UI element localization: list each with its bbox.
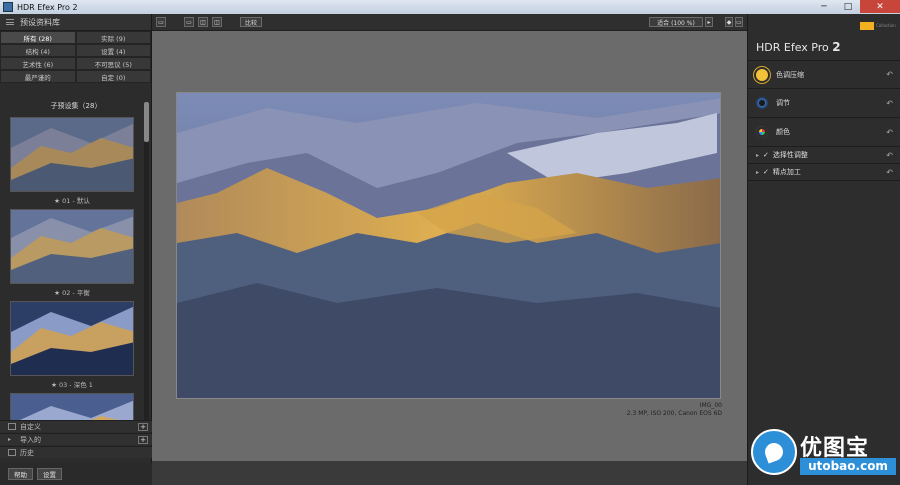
category-surreal[interactable]: 不可思议 (5) — [75, 57, 151, 70]
product-brand: HDR Efex Pro 2 — [756, 40, 841, 54]
watermark-logo-icon — [751, 429, 797, 475]
add-preset-button[interactable]: + — [138, 423, 148, 431]
category-realistic[interactable]: 实际 (9) — [75, 31, 151, 44]
thumbnail-image — [11, 118, 133, 191]
reset-icon[interactable]: ↶ — [886, 151, 893, 160]
left-bottom-bar: 帮助 设置 — [0, 463, 152, 485]
nik-logo — [860, 22, 874, 30]
reset-icon[interactable]: ↶ — [886, 70, 893, 79]
expand-arrow-icon[interactable]: ▸ — [756, 152, 759, 159]
enable-checkbox[interactable]: ✓ — [763, 168, 769, 176]
imported-presets-row[interactable]: ▸ 导入的 + — [0, 433, 152, 445]
toggle-right-panel-button[interactable]: ▭ — [735, 17, 743, 27]
thumbnail-image — [11, 302, 133, 375]
category-settings[interactable]: 设置 (4) — [75, 44, 151, 57]
toggle-panel-button[interactable]: ▭ — [156, 17, 166, 27]
category-recent[interactable]: 最严谨的 — [0, 70, 76, 83]
preset-item[interactable]: ★ 01 - 默认 — [10, 117, 134, 205]
preset-library-title: 预设资料库 — [20, 17, 60, 27]
preset-caption: ★ 01 - 默认 — [54, 197, 90, 205]
background-toggle-button[interactable]: ◆ — [725, 17, 733, 27]
imported-presets-label: 导入的 — [20, 435, 41, 444]
preset-item[interactable]: ★ 03 - 深色 1 — [10, 301, 134, 389]
preset-thumbnail[interactable] — [10, 301, 134, 376]
history-label: 历史 — [20, 448, 34, 457]
vendor-label: Collection — [876, 23, 896, 28]
single-view-button[interactable]: ▭ — [184, 17, 194, 27]
category-structure[interactable]: 结构 (4) — [0, 44, 76, 57]
history-icon — [8, 449, 16, 456]
expand-arrow-icon: ▸ — [8, 436, 12, 443]
preset-thumbnail[interactable] — [10, 209, 134, 284]
app-icon — [3, 2, 13, 12]
reset-icon[interactable]: ↶ — [886, 99, 893, 108]
watermark-url: utobao.com — [800, 458, 896, 475]
import-preset-button[interactable]: + — [138, 436, 148, 444]
product-name: HDR Efex Pro — [756, 41, 829, 54]
section-label: 精点加工 — [772, 168, 801, 176]
preset-category-grid: 所有 (28) 实际 (9) 结构 (4) 设置 (4) 艺术性 (6) 不可思… — [0, 31, 151, 83]
close-button[interactable]: ✕ — [860, 0, 900, 13]
category-custom[interactable]: 自定 (0) — [75, 70, 151, 83]
section-tone-compression[interactable]: 色调压缩 ↶ — [748, 60, 900, 88]
maximize-button[interactable]: □ — [836, 0, 860, 13]
category-all[interactable]: 所有 (28) — [0, 31, 76, 44]
title-bar: HDR Efex Pro 2 ─ □ ✕ — [0, 0, 900, 14]
section-label: 色调压缩 — [776, 70, 804, 79]
thumbnail-image — [11, 210, 133, 283]
custom-presets-label: 自定义 — [20, 422, 41, 431]
sun-icon — [756, 68, 768, 81]
minimize-button[interactable]: ─ — [812, 0, 836, 13]
preset-item[interactable]: ★ 02 - 平衡 — [10, 209, 134, 297]
image-filename: IMG_00 — [699, 402, 722, 409]
preset-scrollbar[interactable] — [144, 102, 149, 428]
preset-list-title: 子预设集（28） — [50, 102, 102, 110]
history-row[interactable]: 历史 — [0, 446, 152, 458]
preset-library-header[interactable]: 预设资料库 — [0, 14, 151, 31]
side-by-side-view-button[interactable]: ◫ — [212, 17, 222, 27]
enable-checkbox[interactable]: ✓ — [763, 151, 769, 159]
split-view-button[interactable]: ◫ — [198, 17, 208, 27]
section-finishing[interactable]: ▸ ✓ 精点加工 ↶ — [748, 163, 900, 181]
color-wheel-icon — [756, 126, 768, 138]
list-icon — [6, 19, 14, 25]
window-title: HDR Efex Pro 2 — [17, 2, 78, 12]
scrollbar-thumb[interactable] — [144, 102, 149, 142]
section-label: 选择性调整 — [772, 151, 808, 159]
expand-arrow-icon[interactable]: ▸ — [756, 169, 759, 176]
section-selective-adjust[interactable]: ▸ ✓ 选择性调整 ↶ — [748, 146, 900, 163]
preset-caption: ★ 03 - 深色 1 — [51, 381, 93, 389]
preset-thumbnail[interactable] — [10, 117, 134, 192]
reset-icon[interactable]: ↶ — [886, 168, 893, 177]
product-version: 2 — [832, 40, 841, 54]
compare-button[interactable]: 比较 — [240, 17, 262, 27]
canvas-bottom-bar — [152, 461, 747, 485]
zoom-dropdown-icon[interactable]: ▸ — [705, 17, 713, 27]
custom-presets-row[interactable]: 自定义 + — [0, 420, 152, 432]
section-color[interactable]: 颜色 ↶ — [748, 117, 900, 146]
preset-list: 子预设集（28） ★ 01 - 默认 ★ 02 - 平衡 ★ 03 - 深色 1 — [0, 100, 152, 430]
lens-icon — [756, 97, 768, 109]
reset-icon[interactable]: ↶ — [886, 128, 893, 137]
section-label: 调节 — [776, 99, 790, 107]
preset-caption: ★ 02 - 平衡 — [54, 289, 90, 297]
image-info: 2.3 MP, ISO 200, Canon EOS 6D — [626, 410, 722, 417]
section-label: 颜色 — [776, 128, 790, 136]
settings-button[interactable]: 设置 — [37, 468, 62, 480]
category-artistic[interactable]: 艺术性 (6) — [0, 57, 76, 70]
adjustments-panel: Collection HDR Efex Pro 2 色调压缩 ↶ 调节 ↶ 颜色… — [747, 14, 900, 485]
view-toolbar: ▭ ▭ ◫ ◫ 比较 适合 (100 %) ▸ ◆ ▭ — [152, 14, 747, 31]
mountain-photo — [177, 93, 720, 398]
zoom-select[interactable]: 适合 (100 %) — [649, 17, 703, 27]
preset-library-panel: 预设资料库 所有 (28) 实际 (9) 结构 (4) 设置 (4) 艺术性 (… — [0, 14, 152, 485]
section-adjust[interactable]: 调节 ↶ — [748, 88, 900, 117]
help-button[interactable]: 帮助 — [8, 468, 33, 480]
preview-image[interactable] — [176, 92, 721, 399]
folder-icon — [8, 423, 16, 430]
